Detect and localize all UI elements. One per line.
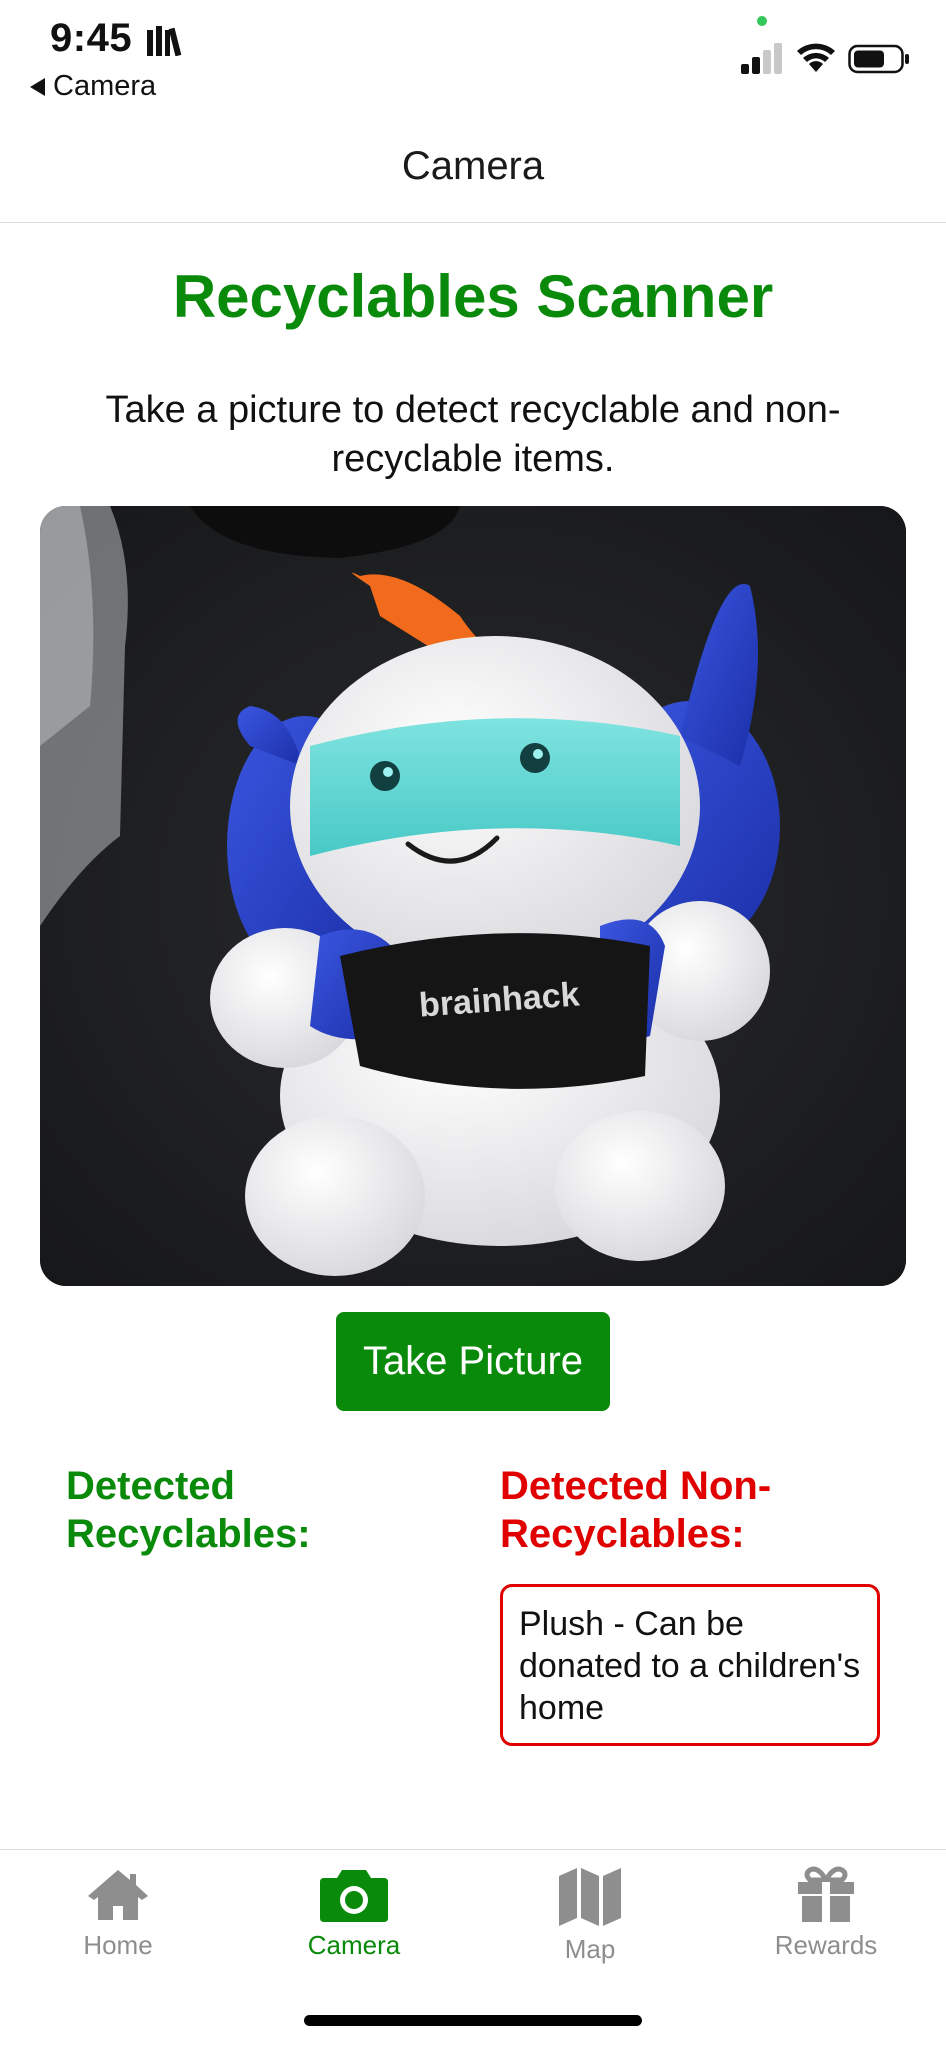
camera-icon xyxy=(320,1870,388,1922)
home-icon xyxy=(88,1870,148,1920)
page-title: Recyclables Scanner xyxy=(172,263,774,330)
status-time: 9:45 xyxy=(50,16,133,60)
tab-map-label: Map xyxy=(564,1934,616,1964)
instructions-text: Take a picture to detect recyclable and … xyxy=(105,389,841,480)
nav-title: Camera xyxy=(401,143,545,188)
nav-header: Camera xyxy=(0,110,946,223)
non-recyclable-item: Plush - Can be donated to a children's h… xyxy=(500,1584,880,1746)
tab-home[interactable]: Home xyxy=(0,1850,236,1980)
home-indicator[interactable] xyxy=(304,2015,642,2026)
library-icon xyxy=(147,26,182,56)
tab-camera-label: Camera xyxy=(307,1930,401,1960)
take-picture-button[interactable]: Take Picture xyxy=(336,1312,610,1411)
tab-camera[interactable]: Camera xyxy=(236,1850,472,1980)
status-bar: 9:45 Camera xyxy=(0,0,946,110)
detected-non-recyclables-heading: Detected Non-Recyclables: xyxy=(500,1464,772,1556)
back-arrow-icon xyxy=(30,77,45,96)
privacy-indicator-dot xyxy=(757,16,767,26)
tab-rewards[interactable]: Rewards xyxy=(708,1850,944,1980)
tab-map[interactable]: Map xyxy=(472,1850,708,1980)
back-to-camera-link[interactable]: Camera xyxy=(30,70,156,103)
captured-photo: brainhack xyxy=(40,506,906,1286)
tab-rewards-label: Rewards xyxy=(774,1930,878,1960)
gift-icon xyxy=(798,1866,854,1922)
wifi-icon xyxy=(797,43,835,72)
cellular-signal-icon xyxy=(741,43,782,74)
plush-toy-photo-icon: brainhack xyxy=(40,506,906,1286)
back-link-label: Camera xyxy=(53,70,157,102)
battery-icon xyxy=(848,44,909,74)
detected-recyclables-heading: Detected Recyclables: xyxy=(66,1464,311,1556)
tab-home-label: Home xyxy=(83,1930,153,1960)
map-icon xyxy=(559,1868,621,1926)
